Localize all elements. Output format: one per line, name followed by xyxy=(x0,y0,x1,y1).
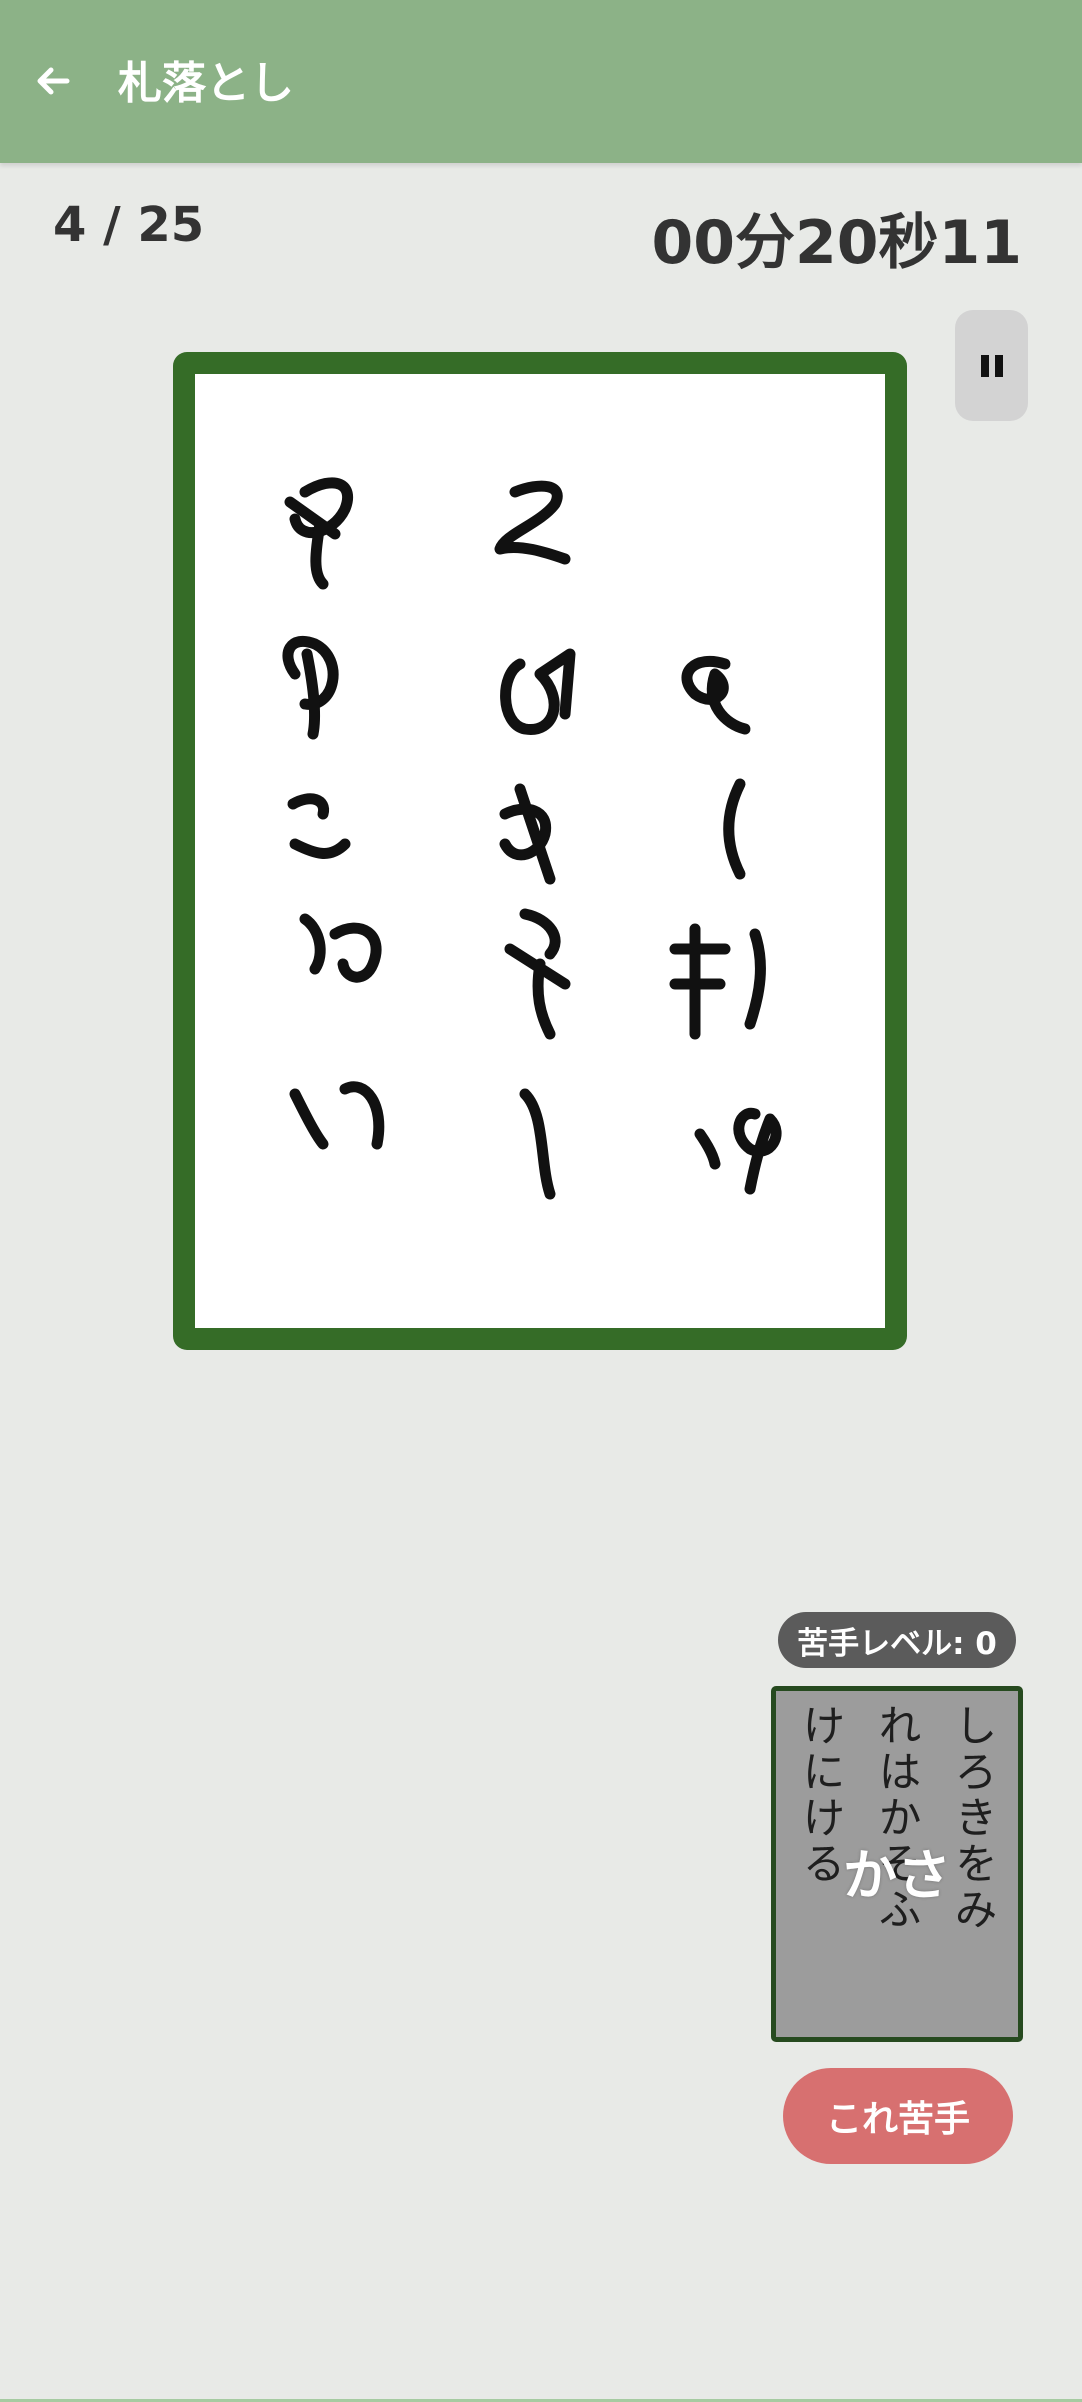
card-label: かさ xyxy=(843,1844,951,1907)
mark-hard-button[interactable]: これ苦手 xyxy=(783,2068,1013,2164)
back-button[interactable] xyxy=(18,46,88,116)
pause-icon xyxy=(980,354,1003,377)
karuta-card[interactable] xyxy=(173,352,907,1350)
arrow-left-icon xyxy=(37,67,70,95)
app-bar: 札落とし xyxy=(0,0,1082,163)
page-title: 札落とし xyxy=(118,58,294,109)
elapsed-timer: 00分20秒11 xyxy=(651,208,1023,278)
pause-button[interactable] xyxy=(955,310,1028,421)
progress-counter: 4 / 25 xyxy=(53,197,205,253)
weak-level-badge: 苦手レベル: 0 xyxy=(778,1612,1016,1668)
weak-card-preview[interactable]: しろきをみ れはかそふ けにける かさ xyxy=(771,1686,1023,2042)
mirrored-handwritten-kana-card xyxy=(282,477,782,1200)
